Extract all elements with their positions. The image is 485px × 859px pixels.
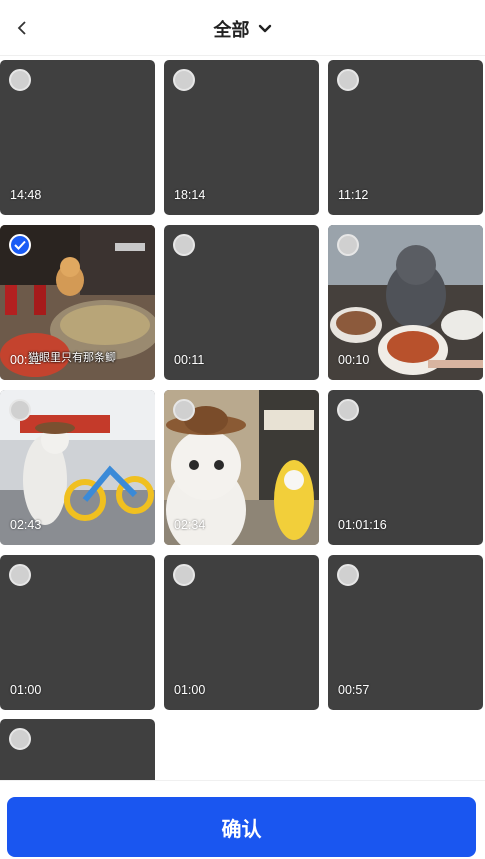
- video-duration: 00:11: [174, 353, 205, 367]
- video-duration: 01:00: [174, 683, 206, 697]
- video-duration: 02:34: [174, 518, 206, 532]
- video-tile[interactable]: 02:43: [0, 390, 155, 545]
- chevron-down-icon: [258, 24, 272, 34]
- video-tile[interactable]: 14:48: [0, 60, 155, 215]
- page-title: 全部: [213, 20, 250, 41]
- video-duration: 00:10: [338, 353, 370, 367]
- video-tile[interactable]: 01:00: [0, 555, 155, 710]
- checkmark-icon: [14, 240, 26, 250]
- select-circle-checked[interactable]: [9, 234, 31, 256]
- video-duration: 18:14: [174, 188, 206, 202]
- select-circle[interactable]: [337, 399, 359, 421]
- select-circle[interactable]: [173, 69, 195, 91]
- video-tile[interactable]: 18:14: [164, 60, 319, 215]
- video-duration: 00:57: [338, 683, 370, 697]
- select-circle[interactable]: [337, 564, 359, 586]
- video-tile[interactable]: 00:12 猫眼里只有那条鲫: [0, 225, 155, 380]
- select-circle[interactable]: [173, 564, 195, 586]
- select-circle[interactable]: [9, 728, 31, 750]
- video-duration: 01:00: [10, 683, 42, 697]
- select-circle[interactable]: [9, 399, 31, 421]
- video-duration: 14:48: [10, 188, 42, 202]
- confirm-button[interactable]: 确认: [7, 797, 476, 857]
- video-duration: 02:43: [10, 518, 42, 532]
- select-circle[interactable]: [173, 234, 195, 256]
- video-tile[interactable]: [0, 719, 155, 780]
- video-grid: 14:48 18:14 11:12 00:12 猫眼里只有那条鲫 00:11 0…: [0, 60, 485, 780]
- top-bar: 全部: [0, 0, 485, 56]
- select-circle[interactable]: [9, 564, 31, 586]
- video-tile[interactable]: 11:12: [328, 60, 483, 215]
- select-circle[interactable]: [9, 69, 31, 91]
- video-tile[interactable]: 00:57: [328, 555, 483, 710]
- bottom-bar: 确认: [0, 780, 485, 859]
- video-tile[interactable]: 01:01:16: [328, 390, 483, 545]
- select-circle[interactable]: [337, 234, 359, 256]
- select-circle[interactable]: [173, 399, 195, 421]
- video-duration: 01:01:16: [338, 518, 387, 532]
- video-tile[interactable]: 02:34: [164, 390, 319, 545]
- video-tile[interactable]: 01:00: [164, 555, 319, 710]
- album-selector[interactable]: 全部: [0, 16, 485, 42]
- video-duration: 11:12: [338, 188, 369, 202]
- select-circle[interactable]: [337, 69, 359, 91]
- video-tile[interactable]: 00:11: [164, 225, 319, 380]
- video-caption: 猫眼里只有那条鲫: [28, 351, 116, 364]
- video-tile[interactable]: 00:10: [328, 225, 483, 380]
